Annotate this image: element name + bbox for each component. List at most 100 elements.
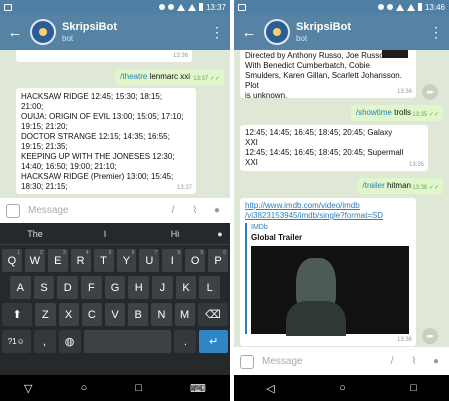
message-time: 13:35 ✓✓ xyxy=(412,112,439,118)
key-n[interactable]: N xyxy=(151,303,172,326)
more-menu-icon[interactable]: ⋮ xyxy=(429,24,443,41)
comma-key[interactable]: , xyxy=(33,330,56,353)
bot-command-icon[interactable]: / xyxy=(166,204,180,218)
nav-bar: ▽ ○ □ ⌨ xyxy=(0,375,230,401)
bot-avatar[interactable] xyxy=(30,19,56,45)
trailer-link[interactable]: http://www.imdb.com/video/imdb /vi382315… xyxy=(245,201,411,221)
key-h[interactable]: H xyxy=(128,276,150,299)
period-key[interactable]: . xyxy=(174,330,197,353)
status-time: 13:37 xyxy=(205,2,226,12)
attach-icon[interactable]: ⌇ xyxy=(407,355,421,369)
key-row-1: Q1W2E3R4T5Y6U7I8O9P0 xyxy=(0,249,230,272)
key-o[interactable]: O9 xyxy=(185,249,206,272)
keyboard-mic-icon[interactable]: ● xyxy=(210,229,230,239)
key-k[interactable]: K xyxy=(175,276,197,299)
no-disturb-icon xyxy=(158,4,165,10)
mic-icon[interactable]: ● xyxy=(429,355,443,369)
emoji-icon[interactable] xyxy=(240,354,254,369)
movie-info-line: With Benedict Cumberbatch, Cobie xyxy=(245,61,370,70)
key-m[interactable]: M xyxy=(174,303,195,326)
message-time: 13:36 xyxy=(172,53,188,59)
nav-recents-icon[interactable]: □ xyxy=(135,382,142,394)
key-i[interactable]: I8 xyxy=(162,249,183,272)
chat-title[interactable]: SkripsiBot xyxy=(62,21,117,34)
key-f[interactable]: F xyxy=(81,276,102,299)
back-arrow-icon[interactable]: ← xyxy=(4,24,26,41)
chat-title[interactable]: SkripsiBot xyxy=(296,21,351,34)
key-x[interactable]: X xyxy=(58,303,79,326)
schedule-message: HACKSAW RIDGE 12:45; 15:30; 18:15; 21:00;… xyxy=(16,88,196,194)
keyboard-switch-icon[interactable]: ⌨ xyxy=(190,382,206,395)
globe-key[interactable]: ◍ xyxy=(58,330,81,353)
suggestion-3[interactable]: Hi xyxy=(140,229,210,239)
space-key[interactable] xyxy=(83,330,172,353)
key-a[interactable]: A xyxy=(9,276,31,299)
key-e[interactable]: E3 xyxy=(47,249,68,272)
symbols-key[interactable]: ?1☺ xyxy=(1,330,31,353)
suggestion-1[interactable]: The xyxy=(0,229,70,239)
message-input[interactable]: Message xyxy=(262,356,377,367)
key-w[interactable]: W2 xyxy=(24,249,45,272)
key-t[interactable]: T5 xyxy=(93,249,114,272)
trailer-thumbnail[interactable] xyxy=(251,246,409,336)
share-icon[interactable]: ➦ xyxy=(422,328,438,344)
message-input[interactable]: Message xyxy=(28,205,158,216)
share-icon[interactable]: ➦ xyxy=(422,84,438,100)
preview-title: Global Trailer xyxy=(251,233,303,242)
nav-back-icon[interactable]: ▽ xyxy=(24,382,32,395)
key-l[interactable]: L xyxy=(199,276,221,299)
chat-header: ← SkripsiBot bot ⋮ xyxy=(0,14,230,50)
key-b[interactable]: B xyxy=(128,303,149,326)
key-s[interactable]: S xyxy=(33,276,55,299)
key-p[interactable]: P0 xyxy=(208,249,229,272)
command-arg: trolls xyxy=(394,108,411,117)
attach-icon[interactable]: ⌇ xyxy=(188,204,202,218)
key-d[interactable]: D xyxy=(57,276,78,299)
nav-bar: ◁ ○ □ xyxy=(234,375,449,401)
phone-screen-left: 13:37 ← SkripsiBot bot ⋮ 13:36 /theatre … xyxy=(0,0,230,401)
bot-command-icon[interactable]: / xyxy=(385,355,399,369)
alarm-icon xyxy=(167,4,174,10)
message-time: 13:37 ✓✓ xyxy=(193,76,220,82)
key-g[interactable]: G xyxy=(104,276,126,299)
nav-home-icon[interactable]: ○ xyxy=(339,382,346,394)
command-link[interactable]: /showtime xyxy=(356,108,392,117)
nav-home-icon[interactable]: ○ xyxy=(81,382,88,394)
key-v[interactable]: V xyxy=(104,303,126,326)
key-c[interactable]: C xyxy=(81,303,102,326)
key-q[interactable]: Q1 xyxy=(1,249,22,272)
schedule-line: 19:15; 21:20; xyxy=(21,122,68,131)
nav-recents-icon[interactable]: □ xyxy=(410,382,417,394)
backspace-key[interactable]: ⌫ xyxy=(197,303,229,326)
emoji-icon[interactable] xyxy=(6,203,20,218)
command-arg: hitman xyxy=(386,181,411,190)
back-arrow-icon[interactable]: ← xyxy=(238,24,260,41)
bot-avatar[interactable] xyxy=(264,19,290,45)
key-y[interactable]: Y6 xyxy=(116,249,137,272)
mic-icon[interactable]: ● xyxy=(210,204,224,218)
nav-back-icon[interactable]: ◁ xyxy=(266,382,274,395)
preview-site: IMDb xyxy=(251,224,268,231)
message-time: 13:37 xyxy=(176,185,192,191)
notification-icon xyxy=(4,3,12,11)
no-disturb-icon xyxy=(377,4,384,10)
schedule-line: DOCTOR STRANGE 12:15; 14:35; 16:55; xyxy=(21,132,170,141)
command-link[interactable]: /theatre xyxy=(120,72,147,81)
key-z[interactable]: Z xyxy=(35,303,56,326)
chat-area[interactable]: 13:36 /theatre lenmarc xxi 13:37 ✓✓ HACK… xyxy=(0,50,230,197)
command-link[interactable]: /trailer xyxy=(363,181,385,190)
chat-area[interactable]: Directed by Anthony Russo, Joe Russo. Wit… xyxy=(234,50,449,346)
soft-keyboard: The I Hi ● Q1W2E3R4T5Y6U7I8O9P0 ASDFGHJK… xyxy=(0,223,230,375)
shift-key[interactable]: ⬆ xyxy=(2,303,33,326)
key-r[interactable]: R4 xyxy=(70,249,91,272)
showtime-line: XXI xyxy=(245,138,258,147)
trailer-command-message: /trailer hitman 13:36 ✓✓ xyxy=(357,178,443,194)
chat-subtitle: bot xyxy=(296,33,308,43)
suggestion-2[interactable]: I xyxy=(70,229,140,239)
enter-key[interactable]: ↵ xyxy=(199,330,229,353)
key-j[interactable]: J xyxy=(152,276,173,299)
key-row-2: ASDFGHJKL xyxy=(0,276,230,299)
more-menu-icon[interactable]: ⋮ xyxy=(210,24,224,41)
link-preview[interactable]: IMDb Global Trailer xyxy=(245,223,411,336)
key-u[interactable]: U7 xyxy=(139,249,160,272)
